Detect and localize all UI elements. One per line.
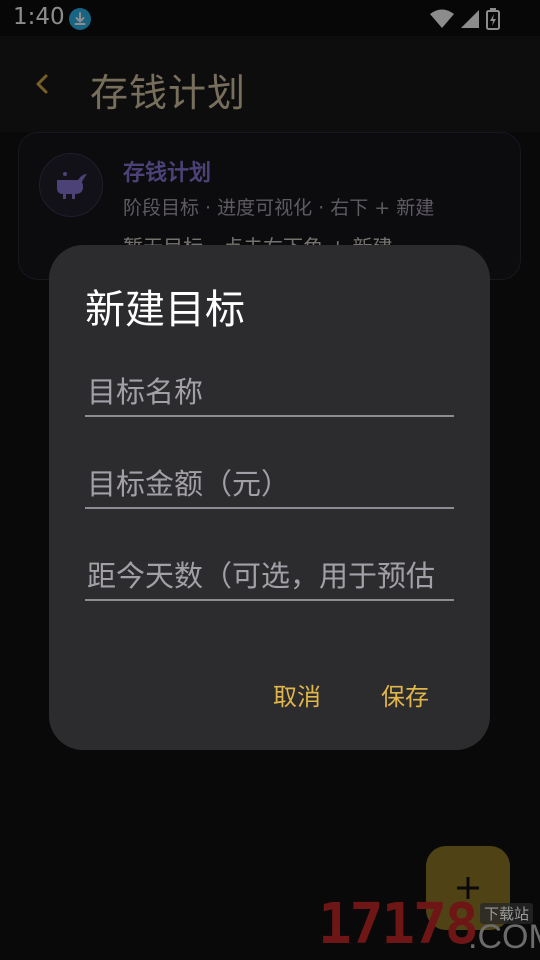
days-input[interactable] [85,553,454,599]
goal-name-field[interactable] [85,369,454,417]
goal-amount-input[interactable] [85,461,454,507]
goal-name-input[interactable] [85,369,454,415]
watermark-brand: 17178 [318,892,479,957]
days-field[interactable] [85,553,454,601]
watermark-tag: 下载站 [480,903,534,924]
cancel-button[interactable]: 取消 [273,677,321,712]
watermark: 17178 .COM 下载站 [318,892,540,960]
new-goal-dialog: 新建目标 取消 保存 [49,245,490,750]
goal-amount-field[interactable] [85,461,454,509]
save-button[interactable]: 保存 [381,677,429,712]
dialog-title: 新建目标 [85,287,245,333]
